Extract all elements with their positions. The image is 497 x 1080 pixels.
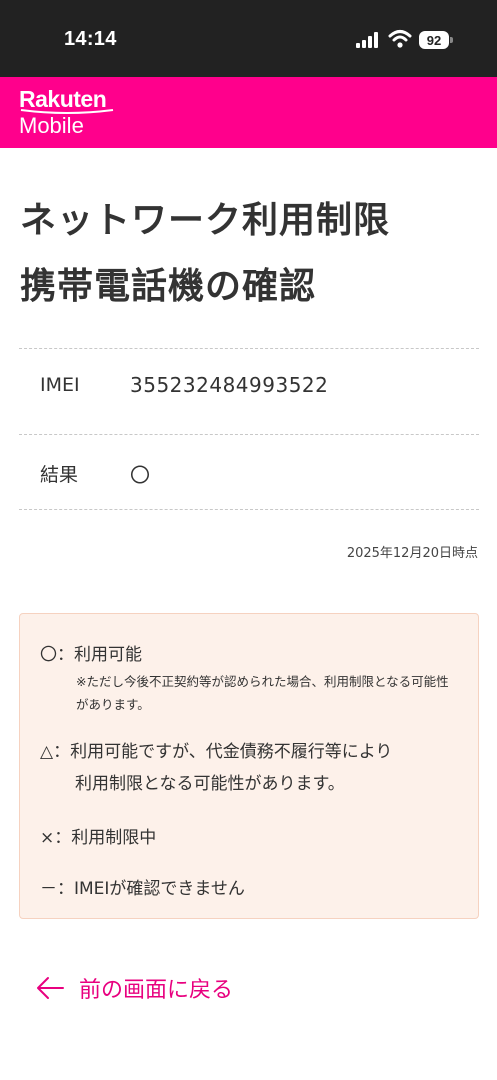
status-time: 14:14: [64, 28, 117, 50]
status-bar: 14:14 92: [0, 0, 497, 77]
circle-symbol: 〇: [40, 645, 57, 665]
page-title-line1: ネットワーク利用制限: [20, 200, 391, 241]
triangle-symbol: △: [40, 742, 54, 762]
brand-header: Rakuten Mobile: [0, 77, 497, 148]
back-link-label: 前の画面に戻る: [79, 978, 234, 1003]
brand-logo-line2: Mobile: [19, 113, 84, 138]
page-title-line2: 携帯電話機の確認: [20, 266, 317, 307]
result-value: 〇: [130, 463, 151, 487]
dash-symbol: －: [40, 879, 57, 899]
battery-tip: [450, 37, 453, 43]
legend-available-text: ：利用可能: [57, 645, 142, 665]
legend-available-note: ※ただし今後不正契約等が認められた場合、利用制限となる可能性があります。: [76, 674, 449, 712]
arrow-left-icon: [37, 977, 64, 999]
check-timestamp: 2025年12月20日時点: [346, 546, 478, 561]
legend-caution-text-2: 利用制限となる可能性があります。: [75, 774, 345, 794]
legend-restricted: ×：利用制限中: [40, 823, 156, 848]
signal-icon: [356, 32, 378, 48]
legend-caution: △：利用可能ですが、代金債務不履行等により 利用制限となる可能性があります。: [40, 736, 470, 800]
legend-caution-text-1: ：利用可能ですが、代金債務不履行等により: [53, 742, 393, 762]
page-title: ネットワーク利用制限 携帯電話機の確認: [20, 188, 480, 320]
legend-unknown: －：IMEIが確認できません: [40, 874, 245, 899]
result-label: 結果: [40, 464, 79, 486]
cross-symbol: ×: [40, 828, 55, 848]
legend-box: 〇：利用可能 ※ただし今後不正契約等が認められた場合、利用制限となる可能性があり…: [19, 613, 479, 919]
wifi-icon: [388, 30, 412, 48]
imei-label: IMEI: [40, 374, 80, 396]
battery-level: 92: [426, 32, 442, 48]
legend-available: 〇：利用可能: [40, 640, 142, 665]
divider: [19, 509, 479, 510]
legend-unknown-text: ：IMEIが確認できません: [57, 879, 245, 899]
battery-icon: 92: [419, 31, 449, 49]
imei-value: 355232484993522: [130, 373, 329, 397]
legend-restricted-text: ：利用制限中: [54, 828, 157, 848]
divider: [19, 434, 479, 435]
rakuten-mobile-logo[interactable]: Rakuten Mobile: [19, 85, 129, 141]
back-link[interactable]: 前の画面に戻る: [35, 972, 233, 1004]
divider: [19, 348, 479, 349]
